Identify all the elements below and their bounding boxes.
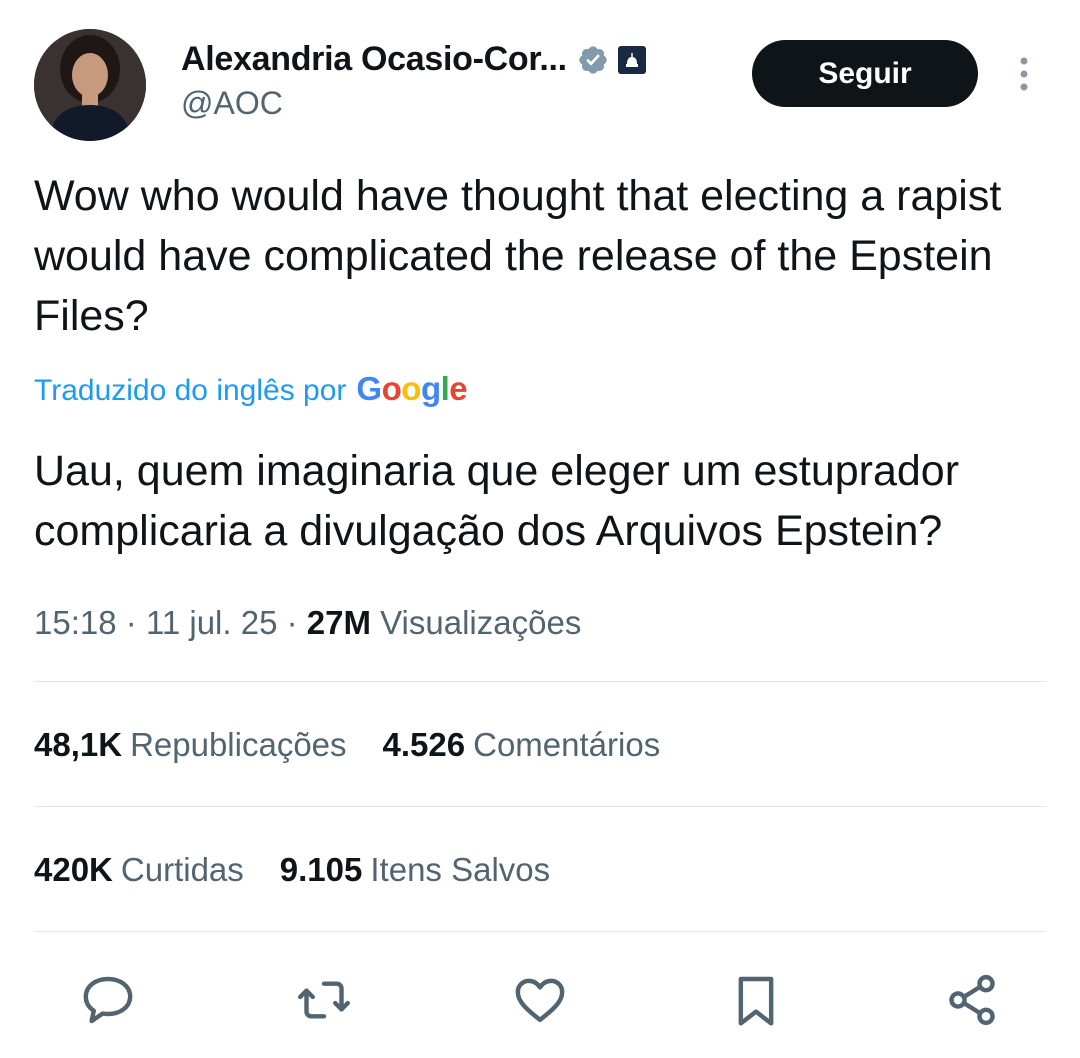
bookmarks-label: Itens Salvos	[370, 851, 551, 888]
comments-stat[interactable]: 4.526 Comentários	[383, 726, 661, 764]
likes-stat[interactable]: 420K Curtidas	[34, 851, 244, 889]
bookmarks-count: 9.105	[279, 851, 363, 888]
like-icon[interactable]	[510, 965, 570, 1035]
translated-tweet-text: Uau, quem imaginaria que eleger um estup…	[34, 447, 960, 555]
tweet-meta: 15:18 · 11 jul. 25 · 27M Visualizações	[34, 604, 581, 642]
google-logo-letter: l	[440, 370, 450, 407]
follow-button[interactable]: Seguir	[752, 40, 978, 107]
bookmark-icon[interactable]	[726, 965, 786, 1035]
more-vertical-icon[interactable]	[1013, 55, 1035, 95]
avatar-photo	[34, 29, 146, 141]
comments-label: Comentários	[473, 726, 661, 763]
engagement-stats-row: 48,1K Republicações 4.526 Comentários	[34, 726, 696, 764]
views-label: Visualizações	[380, 604, 582, 641]
meta-separator: ·	[125, 604, 137, 641]
google-logo: Google	[356, 370, 467, 408]
avatar[interactable]	[34, 29, 146, 141]
verified-badge-icon[interactable]	[577, 44, 609, 76]
reposts-count: 48,1K	[34, 726, 123, 763]
google-logo-letter: o	[401, 370, 421, 407]
tweet-date[interactable]: 11 jul. 25	[146, 604, 277, 641]
google-logo-letter: G	[356, 370, 382, 407]
google-logo-letter: e	[449, 370, 468, 407]
translation-credit[interactable]: Traduzido do inglês por Google	[34, 370, 468, 408]
google-logo-letter: o	[381, 370, 402, 407]
views-count: 27M	[306, 604, 371, 641]
comments-count: 4.526	[382, 726, 466, 763]
reposts-stat[interactable]: 48,1K Republicações	[34, 726, 347, 764]
divider	[34, 681, 1046, 682]
author-name[interactable]: Alexandria Ocasio-Cor...	[181, 40, 567, 79]
government-capitol-badge-icon[interactable]	[617, 45, 647, 75]
likes-count: 420K	[34, 851, 113, 888]
engagement-stats-row: 420K Curtidas 9.105 Itens Salvos	[34, 851, 586, 889]
author-handle[interactable]: @AOC	[181, 85, 283, 122]
bookmarks-stat[interactable]: 9.105 Itens Salvos	[280, 851, 550, 889]
meta-separator: ·	[286, 604, 298, 641]
divider	[34, 806, 1046, 807]
tweet-time[interactable]: 15:18	[34, 604, 117, 641]
reposts-label: Republicações	[130, 726, 347, 763]
google-logo-letter: g	[420, 370, 441, 407]
action-bar	[0, 965, 1080, 1035]
reply-icon[interactable]	[78, 965, 138, 1035]
repost-icon[interactable]	[294, 965, 354, 1035]
translation-credit-label: Traduzido do inglês por	[34, 374, 347, 407]
share-icon[interactable]	[942, 965, 1002, 1035]
tweet-text: Wow who would have thought that electing…	[34, 172, 1002, 340]
likes-label: Curtidas	[120, 851, 244, 888]
divider	[34, 931, 1046, 932]
author-name-row: Alexandria Ocasio-Cor...	[181, 40, 647, 79]
